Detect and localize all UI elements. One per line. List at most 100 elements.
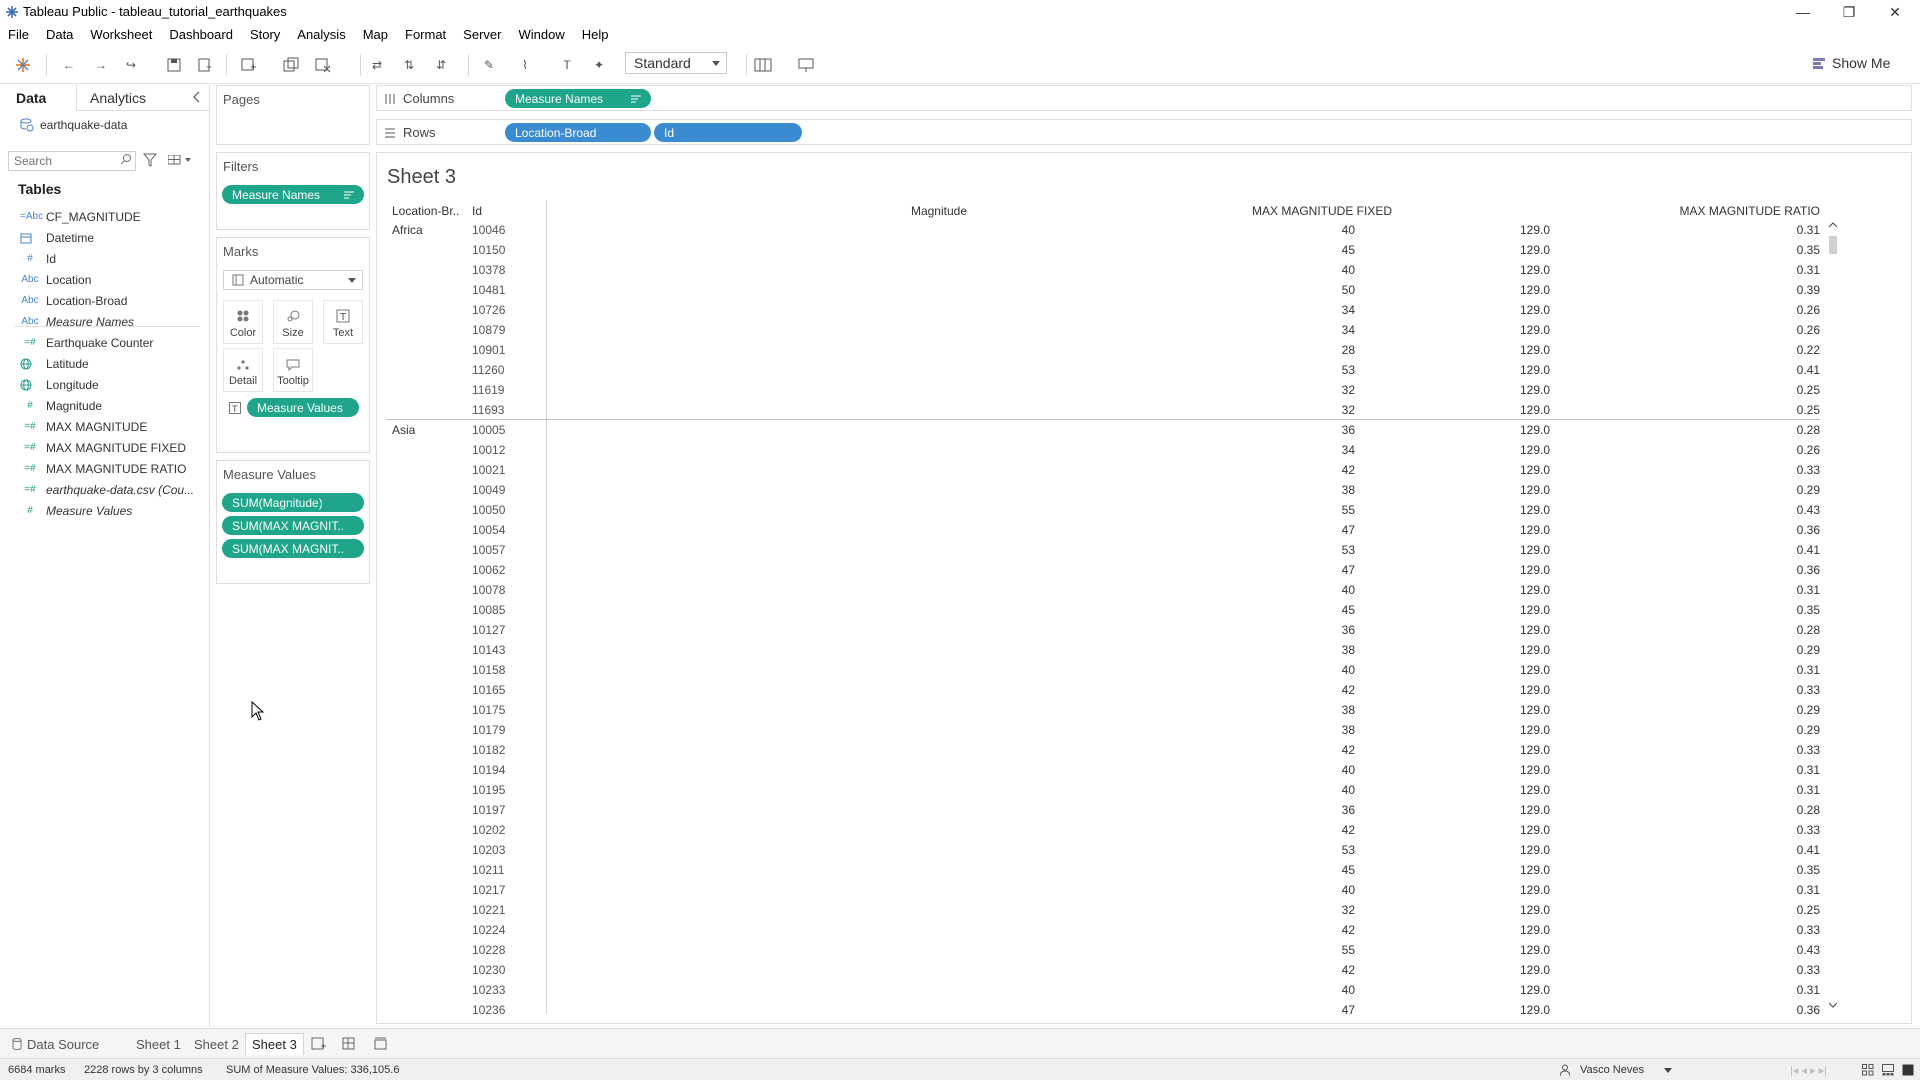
tab-sheet-1[interactable]: Sheet 1: [130, 1033, 187, 1055]
table-row[interactable]: 10085 45 129.0 0.35: [386, 600, 1820, 620]
tab-sheet-2[interactable]: Sheet 2: [188, 1033, 245, 1055]
vertical-scrollbar[interactable]: [1826, 222, 1840, 1012]
cell-fixed: 129.0: [1519, 703, 1550, 717]
table-row[interactable]: 10012 34 129.0 0.26: [386, 440, 1820, 460]
status-sum: SUM of Measure Values: 336,105.6: [226, 1064, 400, 1076]
user-name[interactable]: Vasco Neves: [1580, 1064, 1644, 1076]
table-row[interactable]: 10901 28 129.0 0.22: [386, 340, 1820, 360]
cell-ratio: 0.31: [1796, 583, 1820, 597]
cell-fixed: 129.0: [1519, 463, 1550, 477]
sheet-nav-icons[interactable]: |◂ ◂ ▸ ▸|: [1790, 1064, 1827, 1077]
cell-fixed: 129.0: [1519, 663, 1550, 677]
cell-fixed: 129.0: [1519, 303, 1550, 317]
table-row[interactable]: 10224 42 129.0 0.33: [386, 920, 1820, 940]
table-row[interactable]: Africa 10046 40 129.0 0.31: [386, 220, 1820, 240]
cell-ratio: 0.25: [1796, 403, 1820, 417]
table-row[interactable]: 10195 40 129.0 0.31: [386, 780, 1820, 800]
table-row[interactable]: 10049 38 129.0 0.29: [386, 480, 1820, 500]
table-row[interactable]: 10179 38 129.0 0.29: [386, 720, 1820, 740]
cell-fixed: 129.0: [1519, 1003, 1550, 1014]
table-row[interactable]: 10221 32 129.0 0.25: [386, 900, 1820, 920]
tab-data-source[interactable]: Data Source: [6, 1033, 105, 1055]
cell-ratio: 0.26: [1796, 303, 1820, 317]
cell-fixed: 129.0: [1519, 803, 1550, 817]
cell-fixed: 129.0: [1519, 783, 1550, 797]
cell-mag: 28: [1341, 343, 1355, 357]
cell-fixed: 129.0: [1519, 983, 1550, 997]
cell-ratio: 0.33: [1796, 463, 1820, 477]
cell-mag: 32: [1341, 903, 1355, 917]
cell-ratio: 0.28: [1796, 803, 1820, 817]
new-story-icon[interactable]: [374, 1037, 390, 1051]
cell-ratio: 0.22: [1796, 343, 1820, 357]
filmstrip-view-icon[interactable]: [1882, 1064, 1894, 1076]
table-row[interactable]: 10062 47 129.0 0.36: [386, 560, 1820, 580]
cell-mag: 42: [1341, 963, 1355, 977]
table-row[interactable]: 10057 53 129.0 0.41: [386, 540, 1820, 560]
table-row[interactable]: 10217 40 129.0 0.31: [386, 880, 1820, 900]
table-row[interactable]: 10078 40 129.0 0.31: [386, 580, 1820, 600]
cell-ratio: 0.29: [1796, 703, 1820, 717]
crosstab-body: Africa 10046 40 129.0 0.31 10150 45 129.0 0.35 10…: [0, 0, 1920, 1014]
cell-id: 10158: [472, 663, 506, 677]
table-row[interactable]: 10158 40 129.0 0.31: [386, 660, 1820, 680]
table-row[interactable]: 10726 34 129.0 0.26: [386, 300, 1820, 320]
cell-mag: 53: [1341, 543, 1355, 557]
cell-fixed: 129.0: [1519, 223, 1550, 237]
table-row[interactable]: Asia 10005 36 129.0 0.28: [386, 420, 1820, 440]
table-row[interactable]: 10211 45 129.0 0.35: [386, 860, 1820, 880]
table-row[interactable]: 10879 34 129.0 0.26: [386, 320, 1820, 340]
cell-id: 10901: [472, 343, 506, 357]
new-worksheet-icon[interactable]: [311, 1037, 327, 1051]
table-row[interactable]: 11693 32 129.0 0.25: [386, 400, 1820, 420]
table-row[interactable]: 10228 55 129.0 0.43: [386, 940, 1820, 960]
table-row[interactable]: 10202 42 129.0 0.33: [386, 820, 1820, 840]
scroll-up-icon[interactable]: [1829, 222, 1837, 228]
cell-id: 11260: [472, 363, 505, 377]
cell-ratio: 0.29: [1796, 643, 1820, 657]
table-row[interactable]: 10021 42 129.0 0.33: [386, 460, 1820, 480]
status-marks: 6684 marks: [8, 1064, 66, 1076]
grid-view-icon[interactable]: [1862, 1064, 1874, 1076]
scrollbar-thumb[interactable]: [1829, 236, 1837, 254]
table-row[interactable]: 10481 50 129.0 0.39: [386, 280, 1820, 300]
cell-mag: 36: [1341, 423, 1355, 437]
table-row[interactable]: 10175 38 129.0 0.29: [386, 700, 1820, 720]
cell-mag: 42: [1341, 743, 1355, 757]
cell-mag: 47: [1341, 523, 1355, 537]
cell-fixed: 129.0: [1519, 323, 1550, 337]
scroll-down-icon[interactable]: [1829, 1002, 1837, 1008]
cell-ratio: 0.35: [1796, 243, 1820, 257]
table-row[interactable]: 10050 55 129.0 0.43: [386, 500, 1820, 520]
cell-mag: 40: [1341, 983, 1355, 997]
table-row[interactable]: 11260 53 129.0 0.41: [386, 360, 1820, 380]
table-row[interactable]: 10182 42 129.0 0.33: [386, 740, 1820, 760]
cell-id: 10217: [472, 883, 506, 897]
tabs-view-icon[interactable]: [1902, 1064, 1914, 1076]
table-row[interactable]: 10233 40 129.0 0.31: [386, 980, 1820, 1000]
table-row[interactable]: 10197 36 129.0 0.28: [386, 800, 1820, 820]
table-row[interactable]: 10236 47 129.0 0.36: [386, 1000, 1820, 1014]
cell-fixed: 129.0: [1519, 503, 1550, 517]
status-rows-columns: 2228 rows by 3 columns: [84, 1064, 203, 1076]
table-row[interactable]: 10143 38 129.0 0.29: [386, 640, 1820, 660]
cell-id: 10481: [472, 283, 506, 297]
cell-id: 10182: [472, 743, 506, 757]
table-row[interactable]: 10378 40 129.0 0.31: [386, 260, 1820, 280]
table-row[interactable]: 10127 36 129.0 0.28: [386, 620, 1820, 640]
chevron-down-icon[interactable]: [1664, 1068, 1672, 1073]
table-row[interactable]: 10194 40 129.0 0.31: [386, 760, 1820, 780]
new-dashboard-icon[interactable]: [342, 1037, 358, 1051]
table-row[interactable]: 11619 32 129.0 0.25: [386, 380, 1820, 400]
cell-id: 10150: [472, 243, 506, 257]
cell-ratio: 0.31: [1796, 223, 1820, 237]
table-row[interactable]: 10203 53 129.0 0.41: [386, 840, 1820, 860]
table-row[interactable]: 10054 47 129.0 0.36: [386, 520, 1820, 540]
tab-sheet-3[interactable]: Sheet 3: [245, 1033, 304, 1055]
table-row[interactable]: 10230 42 129.0 0.33: [386, 960, 1820, 980]
table-row[interactable]: 10165 42 129.0 0.33: [386, 680, 1820, 700]
cell-id: 10057: [472, 543, 506, 557]
cell-ratio: 0.31: [1796, 763, 1820, 777]
cell-ratio: 0.39: [1796, 283, 1820, 297]
table-row[interactable]: 10150 45 129.0 0.35: [386, 240, 1820, 260]
